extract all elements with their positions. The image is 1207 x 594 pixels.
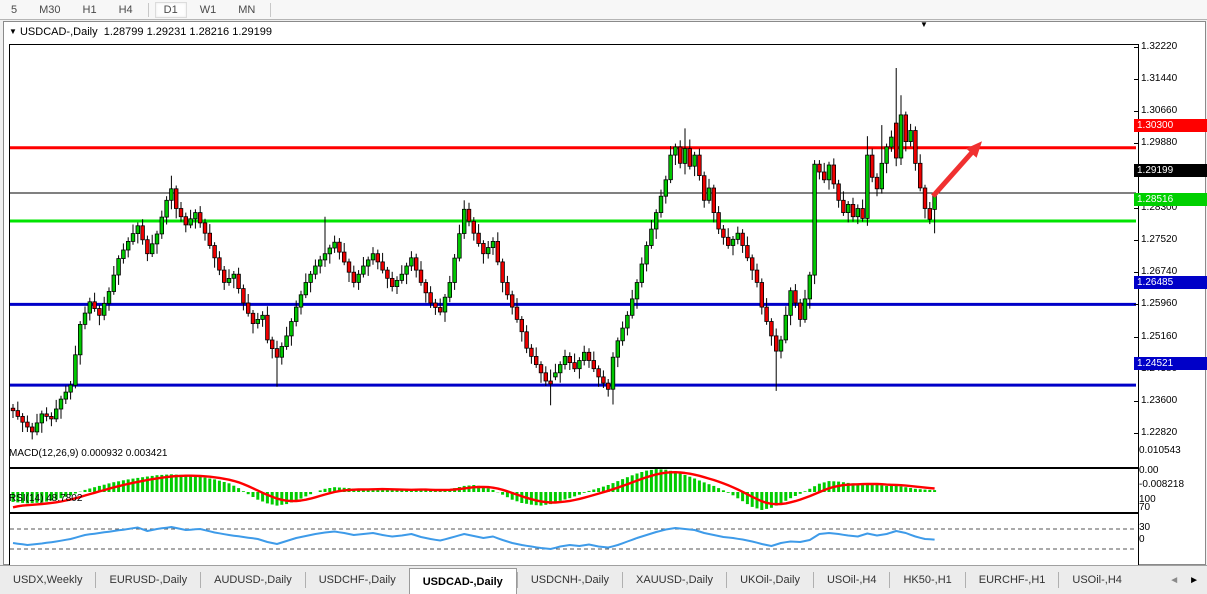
chart-tab-bar: USDX,WeeklyEURUSD-,DailyAUDUSD-,DailyUSD… bbox=[0, 565, 1207, 594]
macd-axis-label: 0.010543 bbox=[1139, 445, 1181, 456]
chart-tab-usoil-h4[interactable]: USOil-,H4 bbox=[814, 566, 890, 594]
rsi-indicator-panel[interactable] bbox=[9, 513, 1139, 567]
chart-tab-xauusd-daily[interactable]: XAUUSD-,Daily bbox=[623, 566, 726, 594]
macd-indicator-panel[interactable] bbox=[9, 468, 1139, 513]
price-badge: 1.26485 bbox=[1134, 276, 1207, 289]
chart-tab-usdchf-daily[interactable]: USDCHF-,Daily bbox=[306, 566, 409, 594]
price-tick-label: 1.25160 bbox=[1141, 331, 1177, 342]
price-tick-label: 1.29880 bbox=[1141, 137, 1177, 148]
price-tick-label: 1.32220 bbox=[1141, 41, 1177, 52]
rsi-plot bbox=[10, 514, 1136, 564]
chart-tab-usdx-weekly[interactable]: USDX,Weekly bbox=[0, 566, 95, 594]
chart-title: ▼ USDCAD-,Daily 1.28799 1.29231 1.28216 … bbox=[9, 26, 272, 38]
timeframe-button-mn[interactable]: MN bbox=[229, 2, 264, 18]
price-tick bbox=[1134, 272, 1138, 273]
price-tick bbox=[1134, 337, 1138, 338]
price-tick bbox=[1134, 401, 1138, 402]
price-tick bbox=[1134, 304, 1138, 305]
rsi-axis-label: 70 bbox=[1139, 502, 1150, 513]
timeframe-button-5[interactable]: 5 bbox=[2, 2, 26, 18]
chevron-down-icon[interactable]: ▼ bbox=[9, 27, 17, 36]
rsi-axis-label: 30 bbox=[1139, 522, 1150, 533]
toolbar-separator bbox=[148, 3, 149, 17]
price-tick bbox=[1134, 47, 1138, 48]
chart-tab-audusd-daily[interactable]: AUDUSD-,Daily bbox=[201, 566, 305, 594]
timeframe-button-m30[interactable]: M30 bbox=[30, 2, 69, 18]
timeframe-button-h1[interactable]: H1 bbox=[74, 2, 106, 18]
rsi-axis-label: 0 bbox=[1139, 534, 1145, 545]
price-tick-label: 1.22820 bbox=[1141, 427, 1177, 438]
timeframe-button-w1[interactable]: W1 bbox=[191, 2, 226, 18]
tab-scroll-right-icon[interactable]: ► bbox=[1189, 575, 1199, 586]
ohlc-high-value: 1.29231 bbox=[147, 26, 187, 38]
price-tick-label: 1.27520 bbox=[1141, 234, 1177, 245]
tab-scroll-left-icon[interactable]: ◄ bbox=[1169, 575, 1179, 586]
price-badge: 1.24521 bbox=[1134, 357, 1207, 370]
macd-plot bbox=[10, 469, 1136, 510]
price-tick-label: 1.31440 bbox=[1141, 73, 1177, 84]
chart-window: 27 Oct 202115 Nov 20213 Dec 202122 Dec 2… bbox=[3, 21, 1206, 565]
price-tick bbox=[1134, 79, 1138, 80]
main-chart[interactable] bbox=[9, 44, 1139, 468]
trend-arrow[interactable] bbox=[933, 141, 982, 196]
price-tick bbox=[1134, 143, 1138, 144]
price-badge: 1.28516 bbox=[1134, 193, 1207, 206]
tab-scroll-arrows: ◄► bbox=[1169, 566, 1207, 594]
chart-tab-eurusd-daily[interactable]: EURUSD-,Daily bbox=[96, 566, 200, 594]
last-bar-marker-icon: ▼ bbox=[920, 20, 928, 29]
macd-axis-label: -0.008218 bbox=[1139, 479, 1184, 490]
price-tick-label: 1.30660 bbox=[1141, 105, 1177, 116]
price-badge: 1.29199 bbox=[1134, 164, 1207, 177]
price-tick bbox=[1134, 240, 1138, 241]
price-badge: 1.30300 bbox=[1134, 119, 1207, 132]
candlestick-plot[interactable] bbox=[10, 45, 1136, 465]
ohlc-close-value: 1.29199 bbox=[232, 26, 272, 38]
macd-indicator-label: MACD(12,26,9) 0.000932 0.003421 bbox=[9, 448, 167, 459]
price-tick bbox=[1134, 111, 1138, 112]
timeframe-button-d1[interactable]: D1 bbox=[155, 2, 187, 18]
ohlc-open-value: 1.28799 bbox=[104, 26, 144, 38]
rsi-indicator-label: RSI(14) 48.7802 bbox=[9, 493, 82, 504]
chart-tab-usdcnh-daily[interactable]: USDCNH-,Daily bbox=[518, 566, 622, 594]
price-tick-label: 1.25960 bbox=[1141, 298, 1177, 309]
price-tick bbox=[1134, 208, 1138, 209]
ohlc-low-value: 1.28216 bbox=[189, 26, 229, 38]
price-tick bbox=[1134, 433, 1138, 434]
chart-symbol-label: USDCAD-,Daily bbox=[20, 26, 98, 38]
macd-axis-label: 0.00 bbox=[1139, 465, 1158, 476]
timeframe-button-h4[interactable]: H4 bbox=[110, 2, 142, 18]
price-axis[interactable]: 1.322201.314401.306601.298801.291001.283… bbox=[1134, 21, 1207, 546]
chart-tab-usdcad-daily[interactable]: USDCAD-,Daily bbox=[409, 568, 517, 594]
chart-tab-ukoil-daily[interactable]: UKOil-,Daily bbox=[727, 566, 813, 594]
chart-tab-hk50-h1[interactable]: HK50-,H1 bbox=[890, 566, 964, 594]
toolbar-separator bbox=[270, 3, 271, 17]
chart-tab-eurchf-h1[interactable]: EURCHF-,H1 bbox=[966, 566, 1059, 594]
chart-tab-usoil-h4[interactable]: USOil-,H4 bbox=[1059, 566, 1135, 594]
price-tick-label: 1.23600 bbox=[1141, 395, 1177, 406]
timeframe-toolbar: 5M30 H1H4 D1W1MN bbox=[0, 0, 1207, 20]
